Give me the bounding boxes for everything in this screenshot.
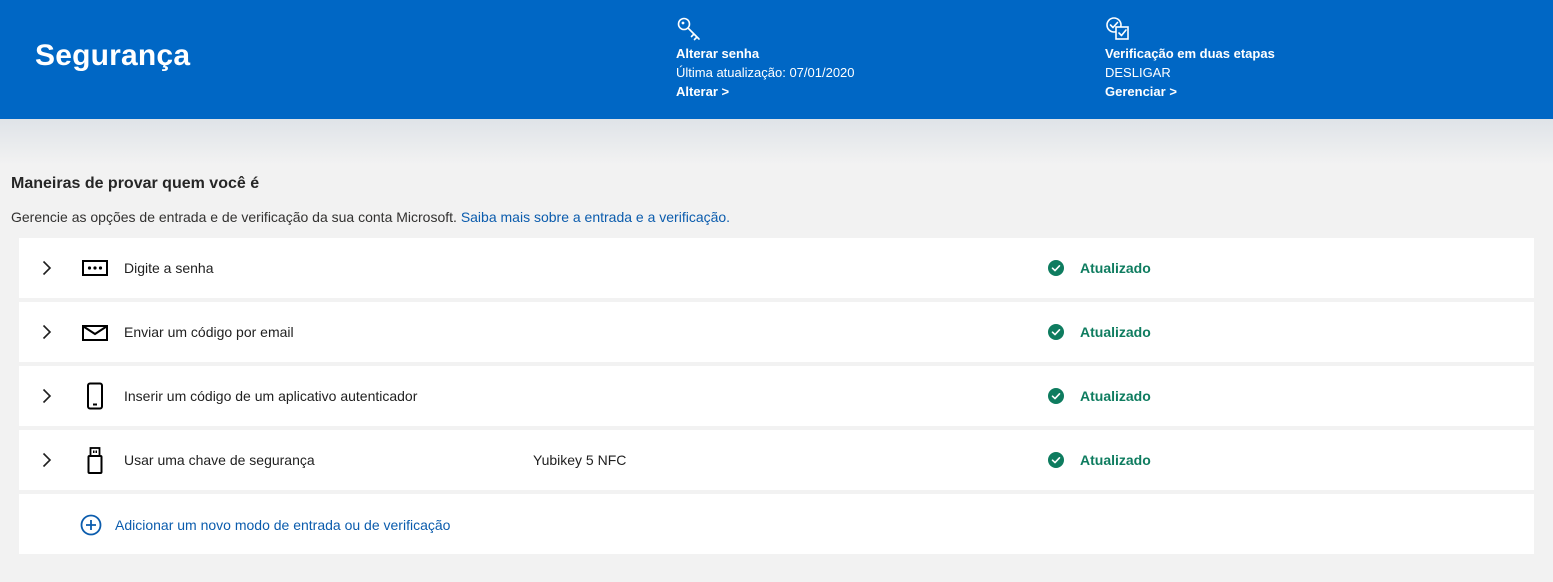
header-shadow bbox=[0, 119, 1553, 165]
email-icon bbox=[82, 325, 108, 341]
method-label: Usar uma chave de segurança bbox=[124, 452, 315, 468]
phone-icon bbox=[87, 382, 103, 410]
two-step-verification-title: Verificação em duas etapas bbox=[1105, 46, 1275, 61]
chevron-right-icon[interactable] bbox=[39, 388, 55, 404]
page-header: Segurança Alterar senha Última atualizaç… bbox=[0, 0, 1553, 119]
add-circle-icon[interactable] bbox=[80, 514, 102, 536]
chevron-right-icon[interactable] bbox=[39, 452, 55, 468]
change-password-title: Alterar senha bbox=[676, 46, 760, 61]
chevron-right-icon[interactable] bbox=[39, 260, 55, 276]
method-status: Atualizado bbox=[1080, 324, 1151, 340]
manage-two-step-link[interactable]: Gerenciar > bbox=[1105, 82, 1435, 101]
two-step-verification-card: Verificação em duas etapas DESLIGAR Gere… bbox=[1105, 16, 1435, 101]
last-updated-text: Última atualização: 07/01/2020 bbox=[676, 65, 855, 80]
change-password-card: Alterar senha Última atualização: 07/01/… bbox=[676, 16, 1006, 101]
method-label: Digite a senha bbox=[124, 260, 214, 276]
password-icon bbox=[82, 260, 108, 276]
check-circle-icon bbox=[1048, 452, 1064, 468]
security-key-name: Yubikey 5 NFC bbox=[533, 452, 627, 468]
two-step-verification-status: DESLIGAR bbox=[1105, 65, 1171, 80]
section-description: Gerencie as opções de entrada e de verif… bbox=[11, 207, 730, 227]
method-label: Enviar um código por email bbox=[124, 324, 294, 340]
chevron-right-icon[interactable] bbox=[39, 324, 55, 340]
section-title: Maneiras de provar quem você é bbox=[11, 175, 260, 192]
add-method-link[interactable]: Adicionar um novo modo de entrada ou de … bbox=[115, 515, 450, 535]
change-password-link[interactable]: Alterar > bbox=[676, 82, 1006, 101]
learn-more-link[interactable]: Saiba mais sobre a entrada e a verificaç… bbox=[461, 209, 730, 225]
key-icon bbox=[677, 17, 700, 41]
method-status: Atualizado bbox=[1080, 452, 1151, 468]
method-row-authenticator[interactable]: Inserir um código de um aplicativo auten… bbox=[19, 366, 1534, 426]
method-row-password[interactable]: Digite a senha Atualizado bbox=[19, 238, 1534, 298]
method-status: Atualizado bbox=[1080, 388, 1151, 404]
method-label: Inserir um código de um aplicativo auten… bbox=[124, 388, 418, 404]
check-circle-icon bbox=[1048, 324, 1064, 340]
check-shield-icon bbox=[1106, 17, 1129, 40]
usb-key-icon bbox=[87, 447, 103, 474]
method-status: Atualizado bbox=[1080, 260, 1151, 276]
section-description-text: Gerencie as opções de entrada e de verif… bbox=[11, 209, 457, 225]
check-circle-icon bbox=[1048, 388, 1064, 404]
method-row-email[interactable]: Enviar um código por email Atualizado bbox=[19, 302, 1534, 362]
method-row-security-key[interactable]: Usar uma chave de segurança Yubikey 5 NF… bbox=[19, 430, 1534, 490]
check-circle-icon bbox=[1048, 260, 1064, 276]
page-title: Segurança bbox=[35, 39, 191, 72]
add-method-row[interactable]: Adicionar um novo modo de entrada ou de … bbox=[19, 494, 1534, 554]
